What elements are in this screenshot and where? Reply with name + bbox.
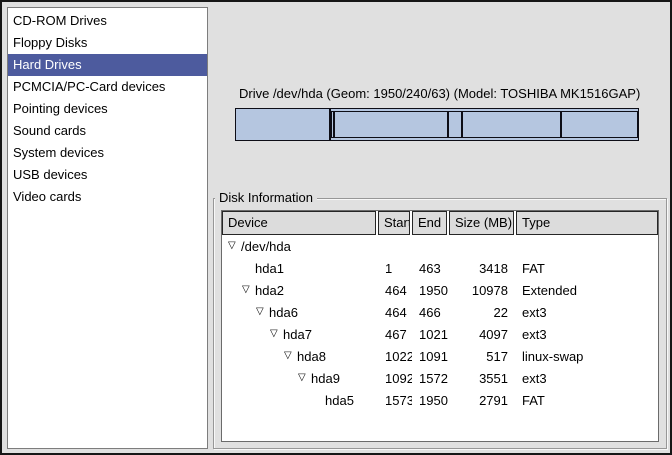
sidebar-item-label: Hard Drives — [13, 57, 82, 72]
table-row-hda5[interactable]: ▽ hda5 1573 1950 2791 FAT — [222, 389, 658, 411]
sidebar-item-pcmcia-pc-card-devices[interactable]: PCMCIA/PC-Card devices — [8, 76, 207, 98]
type-cell: FAT — [516, 393, 658, 408]
expander-triangle-icon[interactable]: ▽ — [298, 373, 308, 383]
column-header-device[interactable]: Device — [222, 211, 376, 235]
sidebar-item-label: Video cards — [13, 189, 81, 204]
sidebar-item-label: Pointing devices — [13, 101, 108, 116]
sidebar-item-sound-cards[interactable]: Sound cards — [8, 120, 207, 142]
end-cell: 463 — [412, 261, 449, 276]
size-cell: 3551 — [449, 371, 516, 386]
sidebar-item-video-cards[interactable]: Video cards — [8, 186, 207, 208]
table-row-hda8[interactable]: ▽ hda8 1022 1091 517 linux-swap — [222, 345, 658, 367]
column-header-start[interactable]: Start — [378, 211, 410, 235]
disk-information-table: Device Start End Size (MB) Type ▽ /dev/h… — [221, 210, 659, 442]
table-body: ▽ /dev/hda ▽ hda1 1 463 3418 FAT ▽ hda2 … — [222, 235, 658, 411]
start-cell: 1573 — [378, 393, 412, 408]
partition-segment-hda5 — [560, 112, 637, 137]
device-cell: ▽ hda2 — [222, 283, 378, 298]
end-cell: 1950 — [412, 393, 449, 408]
sidebar-item-usb-devices[interactable]: USB devices — [8, 164, 207, 186]
partition-segment-hda8 — [447, 112, 461, 137]
sidebar-item-cd-rom-drives[interactable]: CD-ROM Drives — [8, 10, 207, 32]
disk-information-frame-label: Disk Information — [215, 190, 317, 205]
device-cell: ▽ /dev/hda — [222, 239, 378, 254]
table-row-hda2[interactable]: ▽ hda2 464 1950 10978 Extended — [222, 279, 658, 301]
device-name: hda5 — [325, 393, 354, 408]
column-header-type[interactable]: Type — [516, 211, 658, 235]
end-cell: 1091 — [412, 349, 449, 364]
hardware-browser-window: CD-ROM Drives Floppy Disks Hard Drives P… — [0, 0, 672, 455]
end-cell: 466 — [412, 305, 449, 320]
expander-triangle-icon[interactable]: ▽ — [270, 329, 280, 339]
partition-bar — [235, 108, 639, 141]
type-cell: FAT — [516, 261, 658, 276]
end-cell: 1572 — [412, 371, 449, 386]
size-cell: 3418 — [449, 261, 516, 276]
device-name: hda2 — [255, 283, 284, 298]
table-row-hda9[interactable]: ▽ hda9 1092 1572 3551 ext3 — [222, 367, 658, 389]
column-header-end[interactable]: End — [412, 211, 447, 235]
partition-segment-hda9 — [461, 112, 560, 137]
sidebar-item-label: USB devices — [13, 167, 87, 182]
end-cell: 1950 — [412, 283, 449, 298]
sidebar-item-label: Floppy Disks — [13, 35, 87, 50]
disk-information-frame: Disk Information Device Start End Size (… — [213, 198, 667, 449]
expander-triangle-icon[interactable]: ▽ — [242, 285, 252, 295]
sidebar-item-label: System devices — [13, 145, 104, 160]
drive-title: Drive /dev/hda (Geom: 1950/240/63) (Mode… — [239, 86, 640, 101]
end-cell: 1021 — [412, 327, 449, 342]
start-cell: 1022 — [378, 349, 412, 364]
sidebar-item-label: Sound cards — [13, 123, 86, 138]
size-cell: 2791 — [449, 393, 516, 408]
device-cell: ▽ hda6 — [222, 305, 378, 320]
size-cell: 22 — [449, 305, 516, 320]
type-cell: linux-swap — [516, 349, 658, 364]
device-cell: ▽ hda1 — [222, 261, 378, 276]
expander-triangle-icon[interactable]: ▽ — [256, 307, 266, 317]
table-row-hda6[interactable]: ▽ hda6 464 466 22 ext3 — [222, 301, 658, 323]
sidebar-item-label: PCMCIA/PC-Card devices — [13, 79, 165, 94]
size-cell: 10978 — [449, 283, 516, 298]
expander-triangle-icon[interactable]: ▽ — [228, 241, 238, 251]
expander-triangle-icon[interactable]: ▽ — [284, 351, 294, 361]
sidebar-item-hard-drives[interactable]: Hard Drives — [8, 54, 207, 76]
device-cell: ▽ hda7 — [222, 327, 378, 342]
sidebar-item-label: CD-ROM Drives — [13, 13, 107, 28]
table-row-hda1[interactable]: ▽ hda1 1 463 3418 FAT — [222, 257, 658, 279]
table-header-row: Device Start End Size (MB) Type — [222, 211, 658, 235]
device-cell: ▽ hda9 — [222, 371, 378, 386]
device-name: hda7 — [283, 327, 312, 342]
start-cell: 1092 — [378, 371, 412, 386]
extended-partition-hda2 — [331, 111, 638, 138]
size-cell: 517 — [449, 349, 516, 364]
device-cell: ▽ hda5 — [222, 393, 378, 408]
type-cell: ext3 — [516, 305, 658, 320]
sidebar-item-floppy-disks[interactable]: Floppy Disks — [8, 32, 207, 54]
device-name: hda1 — [255, 261, 284, 276]
table-row-dev-hda[interactable]: ▽ /dev/hda — [222, 235, 658, 257]
device-cell: ▽ hda8 — [222, 349, 378, 364]
column-header-size-mb[interactable]: Size (MB) — [449, 211, 514, 235]
device-name: hda6 — [269, 305, 298, 320]
type-cell: ext3 — [516, 371, 658, 386]
start-cell: 464 — [378, 283, 412, 298]
start-cell: 464 — [378, 305, 412, 320]
device-name: /dev/hda — [241, 239, 291, 254]
type-cell: ext3 — [516, 327, 658, 342]
sidebar-item-system-devices[interactable]: System devices — [8, 142, 207, 164]
sidebar-item-pointing-devices[interactable]: Pointing devices — [8, 98, 207, 120]
size-cell: 4097 — [449, 327, 516, 342]
table-row-hda7[interactable]: ▽ hda7 467 1021 4097 ext3 — [222, 323, 658, 345]
start-cell: 1 — [378, 261, 412, 276]
device-name: hda9 — [311, 371, 340, 386]
partition-segment-hda1 — [236, 109, 331, 140]
device-name: hda8 — [297, 349, 326, 364]
device-category-list: CD-ROM Drives Floppy Disks Hard Drives P… — [7, 7, 208, 449]
partition-segment-hda7 — [333, 112, 447, 137]
start-cell: 467 — [378, 327, 412, 342]
type-cell: Extended — [516, 283, 658, 298]
